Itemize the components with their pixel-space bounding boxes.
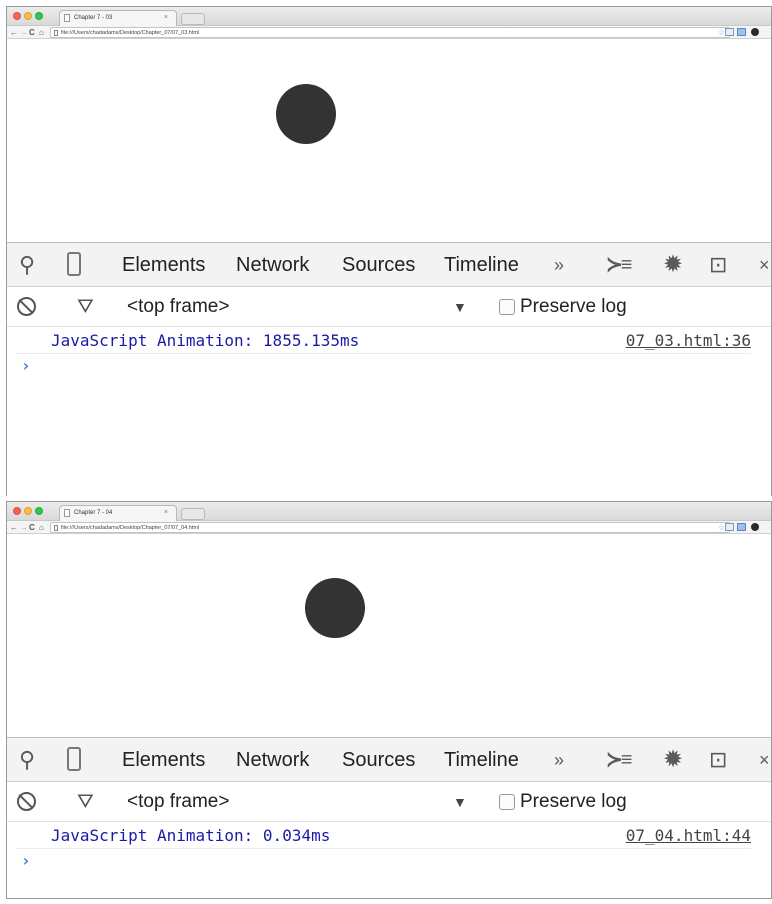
tab-title: Chapter 7 - 04 [74, 510, 113, 516]
browser-tab[interactable]: Chapter 7 - 04 × [59, 505, 177, 521]
preserve-log-label: Preserve log [520, 296, 627, 317]
browser-toolbar: ← → C ⌂ file:///Users/chadadams/Desktop/… [7, 521, 771, 534]
tab-timeline[interactable]: Timeline [444, 738, 519, 782]
filter-funnel-icon[interactable]: ⛛ [77, 287, 94, 327]
preserve-log-checkbox[interactable] [499, 794, 515, 810]
console-log-source-link[interactable]: 07_03.html:36 [626, 327, 751, 354]
chevron-down-icon[interactable]: ▼ [453, 782, 467, 822]
bookmark-star-icon[interactable]: ☆ [718, 523, 725, 532]
prompt-caret-icon: › [21, 356, 31, 375]
frame-selector[interactable]: <top frame> [127, 782, 229, 822]
bookmark-star-icon[interactable]: ☆ [718, 28, 725, 37]
prompt-caret-icon: › [21, 851, 31, 870]
url-text: file:///Users/chadadams/Desktop/Chapter_… [61, 30, 200, 36]
window-close-button[interactable] [13, 12, 21, 20]
title-bar: Chapter 7 - 04 × [7, 502, 771, 521]
dock-icon[interactable]: ⊡ [709, 738, 727, 782]
console-log-row: JavaScript Animation: 0.034ms 07_04.html… [15, 822, 751, 849]
tab-network[interactable]: Network [236, 243, 309, 287]
close-icon[interactable]: × [759, 243, 770, 287]
title-bar: Chapter 7 - 03 × [7, 7, 771, 26]
file-icon [54, 525, 58, 531]
page-viewport [7, 39, 771, 242]
devtools-panel: ⚲ Elements Network Sources Timeline » ≻≡… [7, 242, 771, 378]
gear-icon[interactable]: ✹ [663, 738, 683, 782]
close-tab-icon[interactable]: × [164, 11, 168, 25]
tab-title: Chapter 7 - 03 [74, 15, 113, 21]
tab-sources[interactable]: Sources [342, 243, 415, 287]
forward-arrow-icon[interactable]: → [20, 521, 28, 534]
close-tab-icon[interactable]: × [164, 506, 168, 520]
page-viewport [7, 534, 771, 737]
console-log-message: JavaScript Animation: 0.034ms [51, 826, 331, 845]
animated-ball [305, 578, 365, 638]
preserve-log-checkbox[interactable] [499, 299, 515, 315]
preserve-log-label: Preserve log [520, 791, 627, 812]
frame-selector[interactable]: <top frame> [127, 287, 229, 327]
console-log-source-link[interactable]: 07_04.html:44 [626, 822, 751, 849]
browser-tab[interactable]: Chapter 7 - 03 × [59, 10, 177, 26]
devtools-tabbar: ⚲ Elements Network Sources Timeline » ≻≡… [7, 243, 771, 287]
file-icon [54, 30, 58, 36]
window-close-button[interactable] [13, 507, 21, 515]
tab-elements[interactable]: Elements [122, 738, 205, 782]
chevron-down-icon[interactable]: ▼ [453, 287, 467, 327]
tab-sources[interactable]: Sources [342, 738, 415, 782]
tab-elements[interactable]: Elements [122, 243, 205, 287]
console-log-message: JavaScript Animation: 1855.135ms [51, 331, 360, 350]
animated-ball [276, 84, 336, 144]
home-icon[interactable]: ⌂ [39, 26, 44, 39]
page-icon [64, 14, 70, 22]
console-prompt[interactable]: › [7, 354, 771, 378]
page-icon [64, 509, 70, 517]
reload-icon[interactable]: C [29, 521, 35, 534]
address-bar[interactable]: file:///Users/chadadams/Desktop/Chapter_… [50, 522, 730, 533]
device-mode-icon[interactable] [67, 747, 81, 771]
more-tabs-icon[interactable]: » [554, 243, 564, 287]
reload-icon[interactable]: C [29, 26, 35, 39]
new-tab-button[interactable] [181, 13, 205, 25]
more-tabs-icon[interactable]: » [554, 738, 564, 782]
url-text: file:///Users/chadadams/Desktop/Chapter_… [61, 525, 200, 531]
devtools-tabbar: ⚲ Elements Network Sources Timeline » ≻≡… [7, 738, 771, 782]
console-log-row: JavaScript Animation: 1855.135ms 07_03.h… [15, 327, 751, 354]
gear-icon[interactable]: ✹ [663, 243, 683, 287]
console-drawer-icon[interactable]: ≻≡ [606, 243, 632, 287]
tab-timeline[interactable]: Timeline [444, 243, 519, 287]
clear-console-icon[interactable] [17, 297, 36, 316]
browser-window-1: Chapter 7 - 03 × ← → C ⌂ file:///Users/c… [6, 6, 772, 496]
window-minimize-button[interactable] [24, 507, 32, 515]
console-filter-bar: ⛛ <top frame> ▼ Preserve log [7, 287, 771, 327]
clear-console-icon[interactable] [17, 792, 36, 811]
console-prompt[interactable]: › [7, 849, 771, 873]
back-arrow-icon[interactable]: ← [10, 26, 18, 39]
extension-icon[interactable] [737, 28, 746, 36]
home-icon[interactable]: ⌂ [39, 521, 44, 534]
account-icon[interactable] [751, 523, 759, 531]
account-icon[interactable] [751, 28, 759, 36]
tab-network[interactable]: Network [236, 738, 309, 782]
address-bar[interactable]: file:///Users/chadadams/Desktop/Chapter_… [50, 27, 730, 38]
forward-arrow-icon[interactable]: → [20, 26, 28, 39]
search-icon[interactable]: ⚲ [19, 243, 35, 287]
back-arrow-icon[interactable]: ← [10, 521, 18, 534]
filter-funnel-icon[interactable]: ⛛ [77, 782, 94, 822]
cast-icon[interactable] [725, 523, 734, 531]
console-drawer-icon[interactable]: ≻≡ [606, 738, 632, 782]
browser-window-2: Chapter 7 - 04 × ← → C ⌂ file:///Users/c… [6, 501, 772, 899]
window-minimize-button[interactable] [24, 12, 32, 20]
window-maximize-button[interactable] [35, 507, 43, 515]
window-maximize-button[interactable] [35, 12, 43, 20]
close-icon[interactable]: × [759, 738, 770, 782]
devtools-panel: ⚲ Elements Network Sources Timeline » ≻≡… [7, 737, 771, 873]
cast-icon[interactable] [725, 28, 734, 36]
search-icon[interactable]: ⚲ [19, 738, 35, 782]
browser-toolbar: ← → C ⌂ file:///Users/chadadams/Desktop/… [7, 26, 771, 39]
new-tab-button[interactable] [181, 508, 205, 520]
device-mode-icon[interactable] [67, 252, 81, 276]
dock-icon[interactable]: ⊡ [709, 243, 727, 287]
extension-icon[interactable] [737, 523, 746, 531]
console-filter-bar: ⛛ <top frame> ▼ Preserve log [7, 782, 771, 822]
